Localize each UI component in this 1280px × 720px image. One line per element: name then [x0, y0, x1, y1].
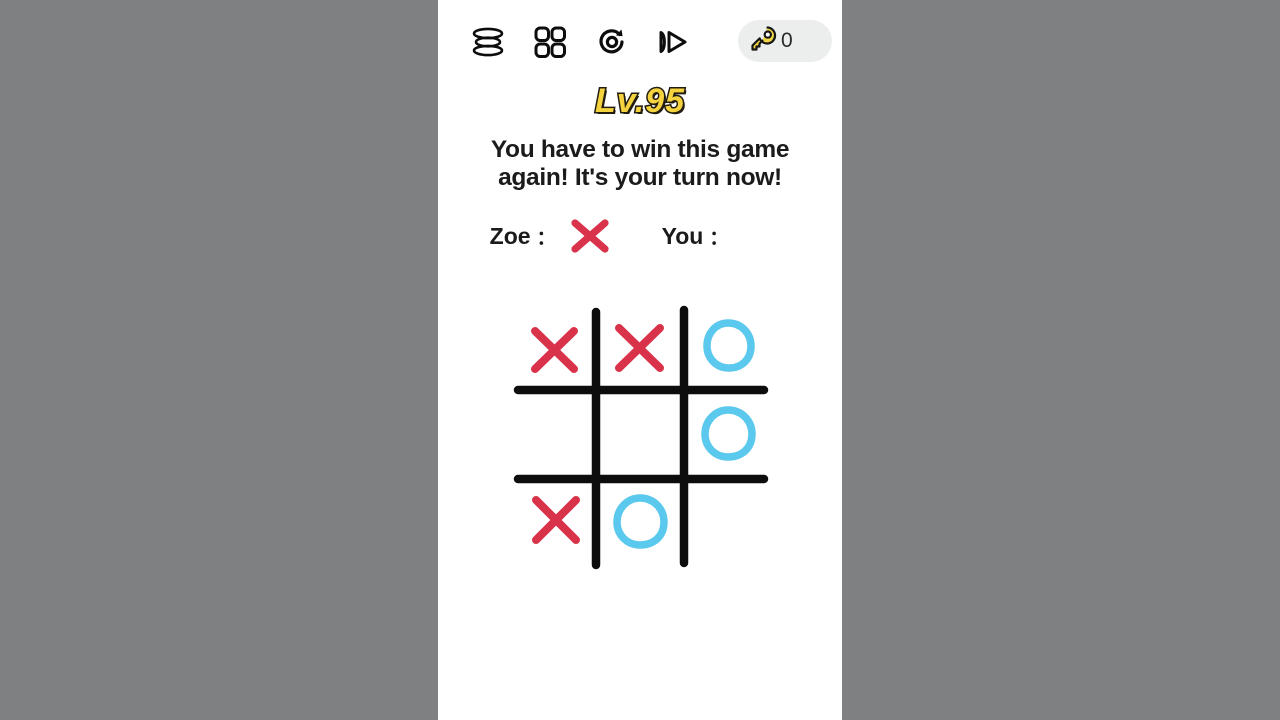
- board-cell-1-1[interactable]: [601, 396, 679, 474]
- board-cell-1-2[interactable]: [689, 396, 767, 474]
- user-mark-empty: [734, 210, 790, 262]
- opponent-colon: ：: [536, 227, 556, 249]
- players-row: Zoe ： You ：: [438, 210, 842, 262]
- skip-button[interactable]: [648, 16, 700, 68]
- user-block: You ：: [662, 210, 791, 262]
- key-icon: [747, 23, 779, 60]
- board-cell-0-2[interactable]: [689, 312, 767, 390]
- levels-button[interactable]: [524, 16, 576, 68]
- board-cell-0-0[interactable]: [516, 312, 594, 390]
- screen: 0 Lv.95 You have to win this game again!…: [0, 0, 1280, 720]
- opponent-name: Zoe: [489, 222, 531, 249]
- board-cell-2-0[interactable]: [516, 485, 594, 563]
- prompt-line-2: again! It's your turn now!: [498, 164, 782, 191]
- backdrop-right: [842, 0, 1280, 720]
- board-cell-2-2[interactable]: [689, 485, 767, 563]
- opponent-block: Zoe ：: [490, 210, 618, 262]
- restart-button[interactable]: [586, 16, 638, 68]
- top-toolbar: 0: [438, 0, 842, 82]
- prompt-line-1: You have to win this game: [490, 136, 790, 163]
- user-colon: ：: [709, 227, 729, 249]
- restart-icon: [592, 22, 632, 62]
- board-cell-0-1[interactable]: [601, 312, 679, 390]
- opponent-mark-x: [562, 210, 618, 262]
- menu-button[interactable]: [462, 16, 514, 68]
- levels-grid-icon: [531, 23, 569, 61]
- key-count-label: 0: [781, 29, 793, 52]
- menu-icon: [468, 22, 508, 62]
- app-panel: 0 Lv.95 You have to win this game again!…: [438, 0, 842, 720]
- level-title: Lv.95: [593, 81, 686, 122]
- prompt-text: You have to win this game again! It's yo…: [458, 136, 822, 192]
- tic-tac-toe-board[interactable]: [508, 300, 772, 576]
- user-name: You: [661, 222, 704, 249]
- fast-forward-icon: [654, 22, 694, 62]
- key-counter[interactable]: 0: [738, 20, 832, 62]
- board-cell-2-1[interactable]: [601, 485, 679, 563]
- board-cell-1-0[interactable]: [516, 396, 594, 474]
- backdrop-left: [0, 0, 438, 720]
